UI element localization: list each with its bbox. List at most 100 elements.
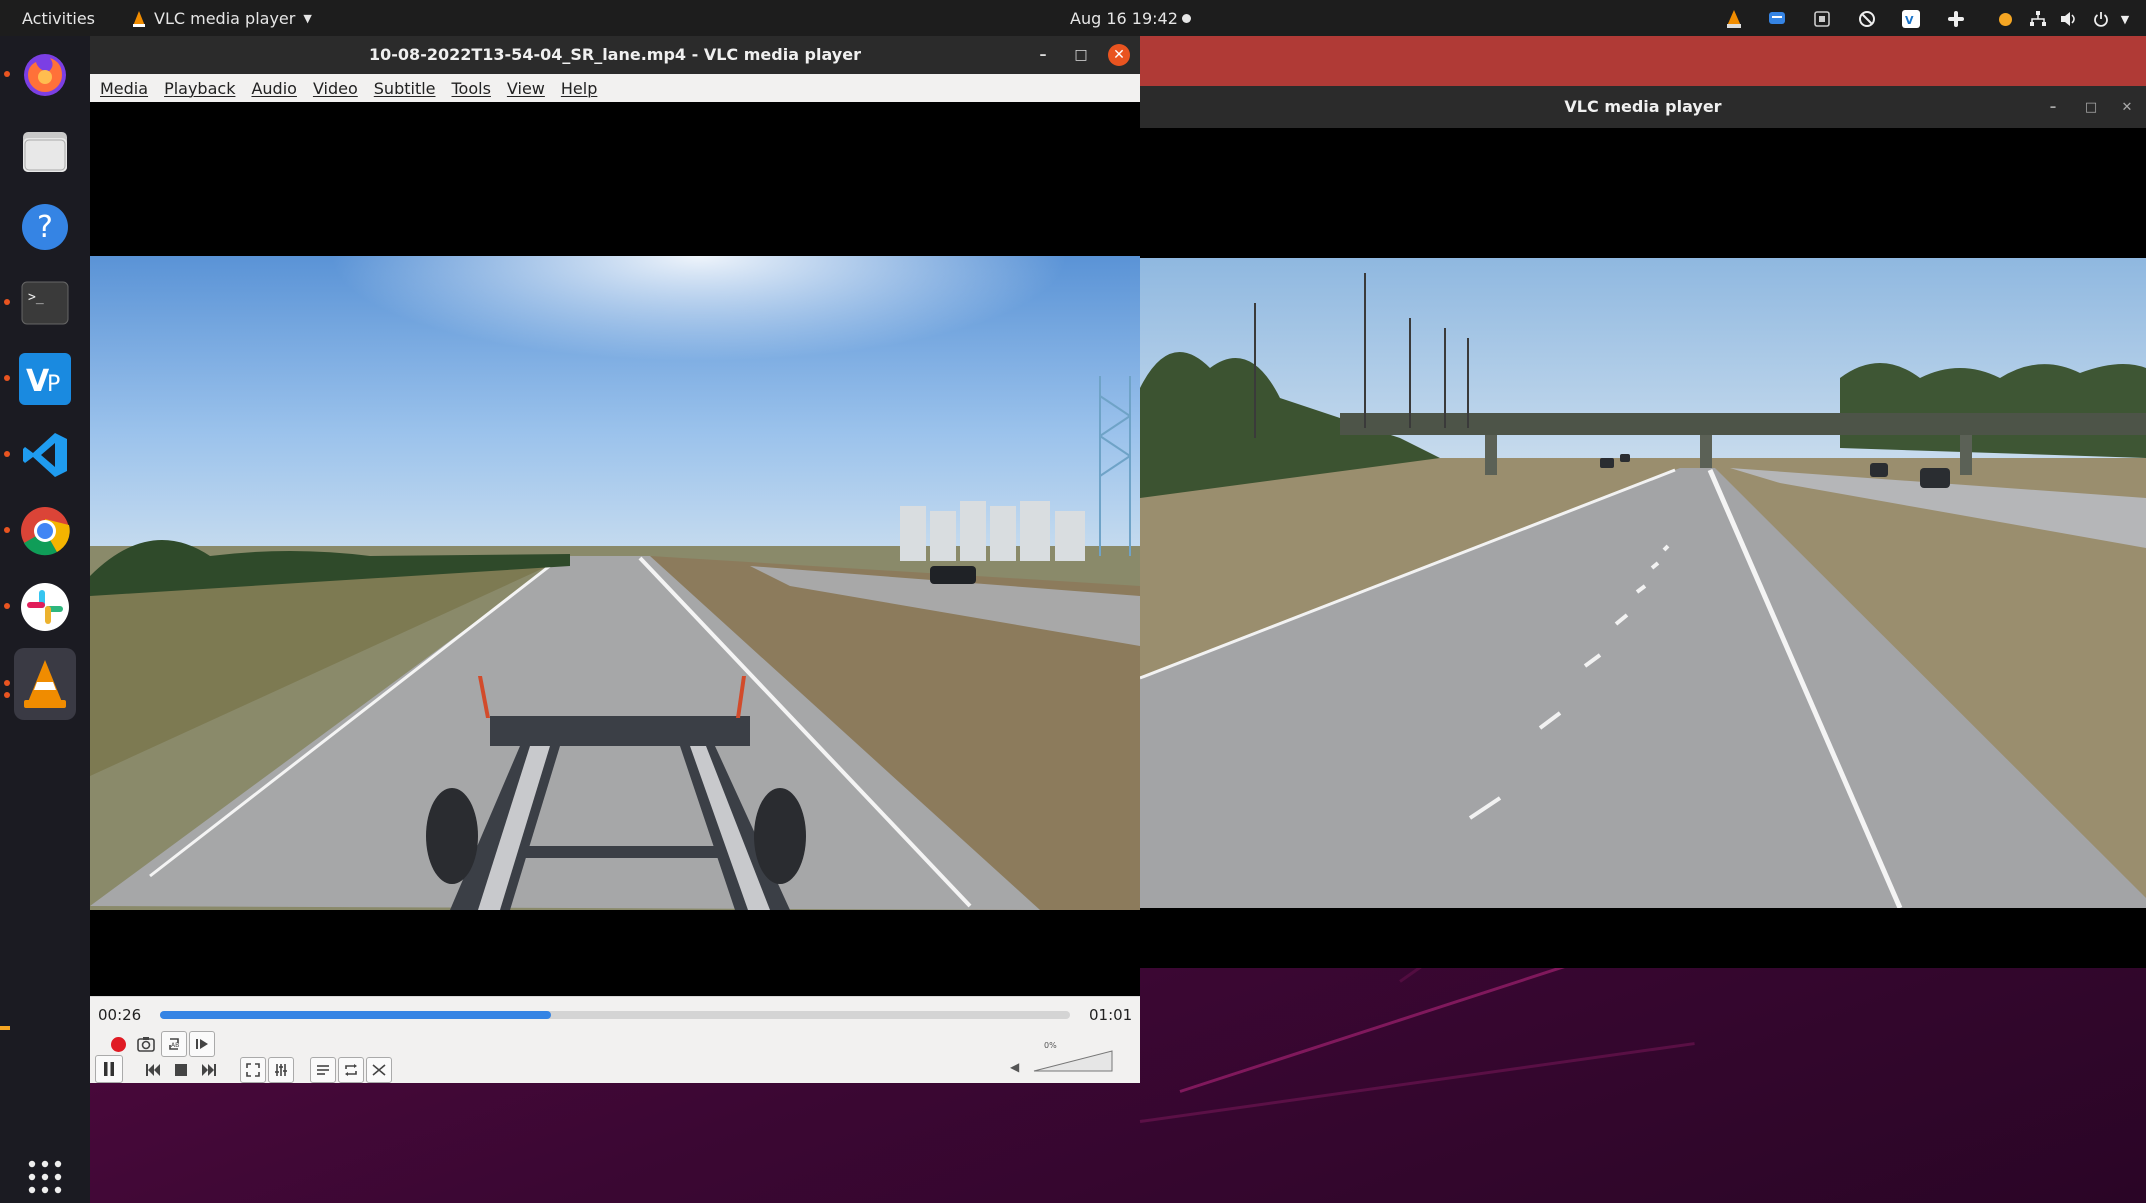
running-indicator — [4, 603, 10, 609]
record-button[interactable] — [105, 1031, 131, 1057]
video-frame-highway-overpass — [1140, 258, 2146, 908]
dock-terminal[interactable]: >_ — [14, 272, 76, 334]
chrome-icon — [21, 507, 70, 556]
elapsed-time: 00:26 — [98, 1006, 142, 1024]
notification-dot-icon — [1182, 14, 1191, 23]
chat-tray-icon[interactable] — [1766, 8, 1788, 30]
vlc-icon — [133, 10, 145, 27]
mute-icon[interactable]: ◀ — [1010, 1060, 1019, 1074]
running-indicator — [4, 451, 10, 457]
running-indicator — [4, 527, 10, 533]
vlc-second-window: VLC media player – □ ✕ — [1140, 36, 2146, 968]
extended-settings-button[interactable] — [268, 1057, 294, 1083]
vlc-tray-icon[interactable] — [1723, 8, 1745, 30]
minimize-icon: – — [1039, 47, 1047, 63]
network-icon[interactable] — [2027, 8, 2049, 30]
playlist-button[interactable] — [310, 1057, 336, 1083]
fullscreen-button[interactable] — [240, 1057, 266, 1083]
dock-slack[interactable] — [14, 576, 76, 638]
shuffle-button[interactable] — [366, 1057, 392, 1083]
visual-paradigm-icon: VP — [19, 353, 71, 405]
wallpaper-streak — [1139, 1042, 1695, 1123]
window-title: 10-08-2022T13-54-04_SR_lane.mp4 - VLC me… — [369, 45, 861, 64]
seek-bar[interactable] — [160, 1011, 1070, 1019]
loop-ab-icon: AB — [169, 1038, 179, 1050]
loop-icon — [345, 1064, 357, 1076]
window-title: VLC media player — [1564, 97, 1722, 116]
maximize-icon: □ — [1074, 47, 1088, 63]
menu-video[interactable]: Video — [313, 79, 358, 98]
system-menu-chevron-icon[interactable]: ▼ — [2114, 8, 2136, 30]
loop-ab-button[interactable]: AB — [161, 1031, 187, 1057]
vlc-main-titlebar[interactable]: 10-08-2022T13-54-04_SR_lane.mp4 - VLC me… — [90, 36, 1140, 74]
minimize-button[interactable]: – — [2042, 96, 2064, 118]
previous-icon — [146, 1064, 160, 1076]
next-button[interactable] — [196, 1057, 222, 1083]
volume-tray-icon[interactable] — [2058, 8, 2080, 30]
stop-button[interactable] — [168, 1057, 194, 1083]
blocked-tray-icon[interactable] — [1856, 8, 1878, 30]
screenshot-tray-icon[interactable] — [1811, 8, 1833, 30]
volume-percent: 0% — [1044, 1041, 1057, 1050]
maximize-button[interactable]: □ — [1070, 44, 1092, 66]
top-bar: Activities VLC media player ▼ Aug 16 19:… — [0, 0, 2146, 36]
menu-audio[interactable]: Audio — [251, 79, 296, 98]
next-icon — [202, 1064, 216, 1076]
dock-chrome[interactable] — [14, 500, 76, 562]
previous-button[interactable] — [140, 1057, 166, 1083]
playlist-icon — [317, 1065, 329, 1075]
playback-controls: 00:26 01:01 AB ◀ 0% — [90, 996, 1140, 1083]
video-frame-trailer-road — [90, 256, 1140, 910]
folder-icon — [23, 132, 67, 172]
menu-view[interactable]: View — [507, 79, 545, 98]
show-applications-button[interactable] — [14, 1146, 76, 1203]
close-button[interactable]: ✕ — [1108, 44, 1130, 66]
firefox-icon — [24, 54, 66, 96]
vscode-icon — [23, 433, 67, 477]
volume-wedge — [1033, 1050, 1113, 1072]
loop-button[interactable] — [338, 1057, 364, 1083]
clock[interactable]: Aug 16 19:42 — [1070, 9, 1178, 28]
volume-slider[interactable]: 0% — [1032, 1041, 1114, 1073]
frame-by-frame-button[interactable] — [189, 1031, 215, 1057]
equalizer-icon — [275, 1064, 287, 1076]
vlc-icon — [24, 660, 66, 708]
menu-subtitle[interactable]: Subtitle — [374, 79, 436, 98]
dock-vscode[interactable] — [14, 424, 76, 486]
wallpaper-streak — [1179, 960, 1580, 1093]
window-header-strip — [1140, 36, 2146, 86]
menu-media[interactable]: Media — [100, 79, 148, 98]
maximize-button[interactable]: □ — [2080, 96, 2102, 118]
dock-files[interactable] — [14, 120, 76, 182]
menu-tools[interactable]: Tools — [452, 79, 491, 98]
video-area[interactable] — [90, 102, 1140, 1032]
pause-icon — [104, 1062, 114, 1076]
camera-icon — [137, 1037, 155, 1052]
pause-button[interactable] — [95, 1055, 123, 1083]
minimize-icon: – — [2049, 99, 2057, 115]
running-indicator — [4, 680, 10, 686]
slack-tray-icon[interactable] — [1945, 8, 1967, 30]
help-icon: ? — [22, 204, 68, 250]
dock-vlc[interactable] — [14, 648, 76, 720]
close-button[interactable]: ✕ — [2116, 96, 2138, 118]
dock-help[interactable]: ? — [14, 196, 76, 258]
menu-help[interactable]: Help — [561, 79, 597, 98]
menu-playback[interactable]: Playback — [164, 79, 235, 98]
record-icon — [110, 1036, 126, 1052]
video-area[interactable] — [1140, 128, 2146, 968]
activities-button[interactable]: Activities — [22, 9, 95, 28]
shuffle-icon — [372, 1064, 386, 1076]
minimize-button[interactable]: – — [1032, 44, 1054, 66]
power-icon[interactable] — [2090, 8, 2112, 30]
app-menu[interactable]: VLC media player ▼ — [132, 9, 312, 28]
vlc-second-titlebar[interactable]: VLC media player – □ ✕ — [1140, 86, 2146, 128]
dock-visual-paradigm[interactable]: VP — [14, 348, 76, 410]
snapshot-button[interactable] — [133, 1031, 159, 1057]
stop-icon — [175, 1064, 187, 1076]
show-applications-icon — [28, 1160, 62, 1194]
dock-firefox[interactable] — [14, 44, 76, 106]
visual-paradigm-tray-icon[interactable]: V — [1900, 8, 1922, 30]
status-dot-icon[interactable] — [1994, 8, 2016, 30]
svg-text:>_: >_ — [28, 290, 44, 305]
